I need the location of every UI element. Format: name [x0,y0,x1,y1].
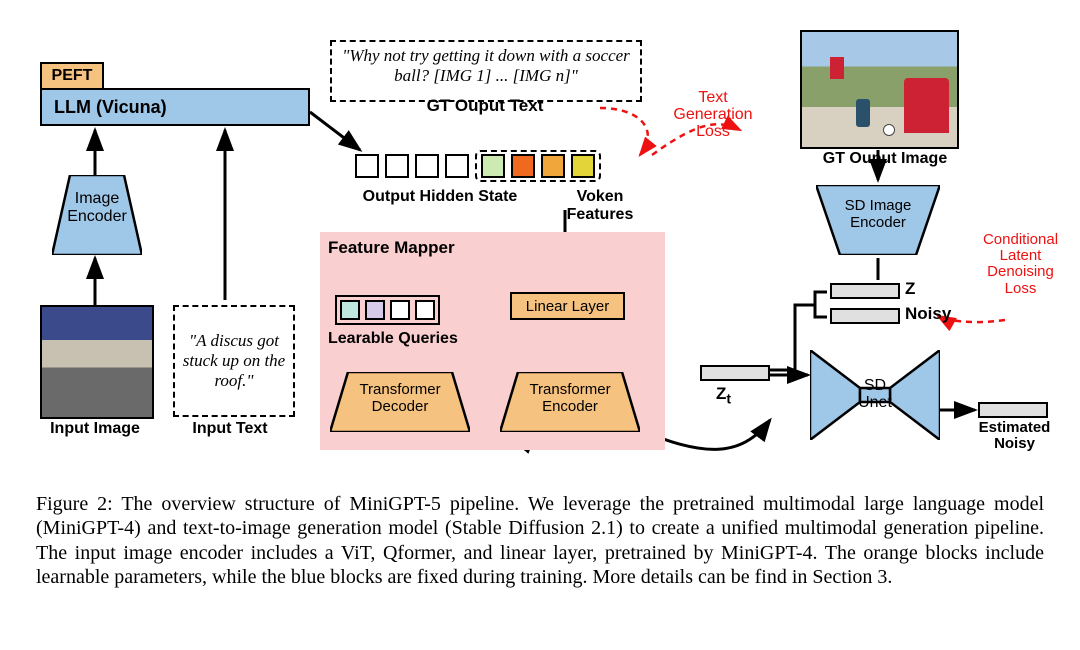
zt-bar [700,365,770,381]
input-text-label: Input Text [175,420,285,438]
image-encoder-label: Image Encoder [58,190,136,225]
input-text: "A discus got stuck up on the roof." [173,305,295,417]
input-image-label: Input Image [35,420,155,438]
linear-layer: Linear Layer [510,292,625,320]
output-hidden-state-label: Output Hidden State [340,188,540,206]
gt-output-text: "Why not try getting it down with a socc… [330,40,642,102]
gt-output-image [800,30,959,149]
gt-output-text-label: GT Ouput Text [355,96,615,116]
gt-output-image-label: GT Ouput Image [800,150,970,168]
sd-image-encoder-label: SD Image Encoder [820,198,936,231]
transformer-encoder-label: Transformer Encoder [508,382,632,415]
learnable-queries [335,295,440,325]
feature-mapper-title: Feature Mapper [328,238,455,258]
conditional-loss-label: Conditional Latent Denoising Loss [968,232,1073,297]
output-hidden-state [355,150,645,182]
zt-label: Zt [716,384,731,407]
llm-block: LLM (Vicuna) [40,88,310,126]
estimated-noisy-bar [978,402,1048,418]
voken-group [475,150,601,182]
sd-unet-label: SD Unet [838,378,912,412]
estimated-noisy-label: Estimated Noisy [962,420,1067,452]
voken-features-label: Voken Features [555,188,645,224]
noisy-label: Noisy [905,304,951,324]
input-image [40,305,154,419]
noisy-bar [830,308,900,324]
text-generation-loss-label: Text Generation Loss [658,90,768,140]
figure-caption: Figure 2: The overview structure of Mini… [36,492,1044,590]
learnable-queries-label: Learable Queries [328,330,458,348]
z-bar [830,283,900,299]
peft-badge: PEFT [40,62,104,90]
z-label: Z [905,279,915,299]
transformer-decoder-label: Transformer Decoder [338,382,462,415]
